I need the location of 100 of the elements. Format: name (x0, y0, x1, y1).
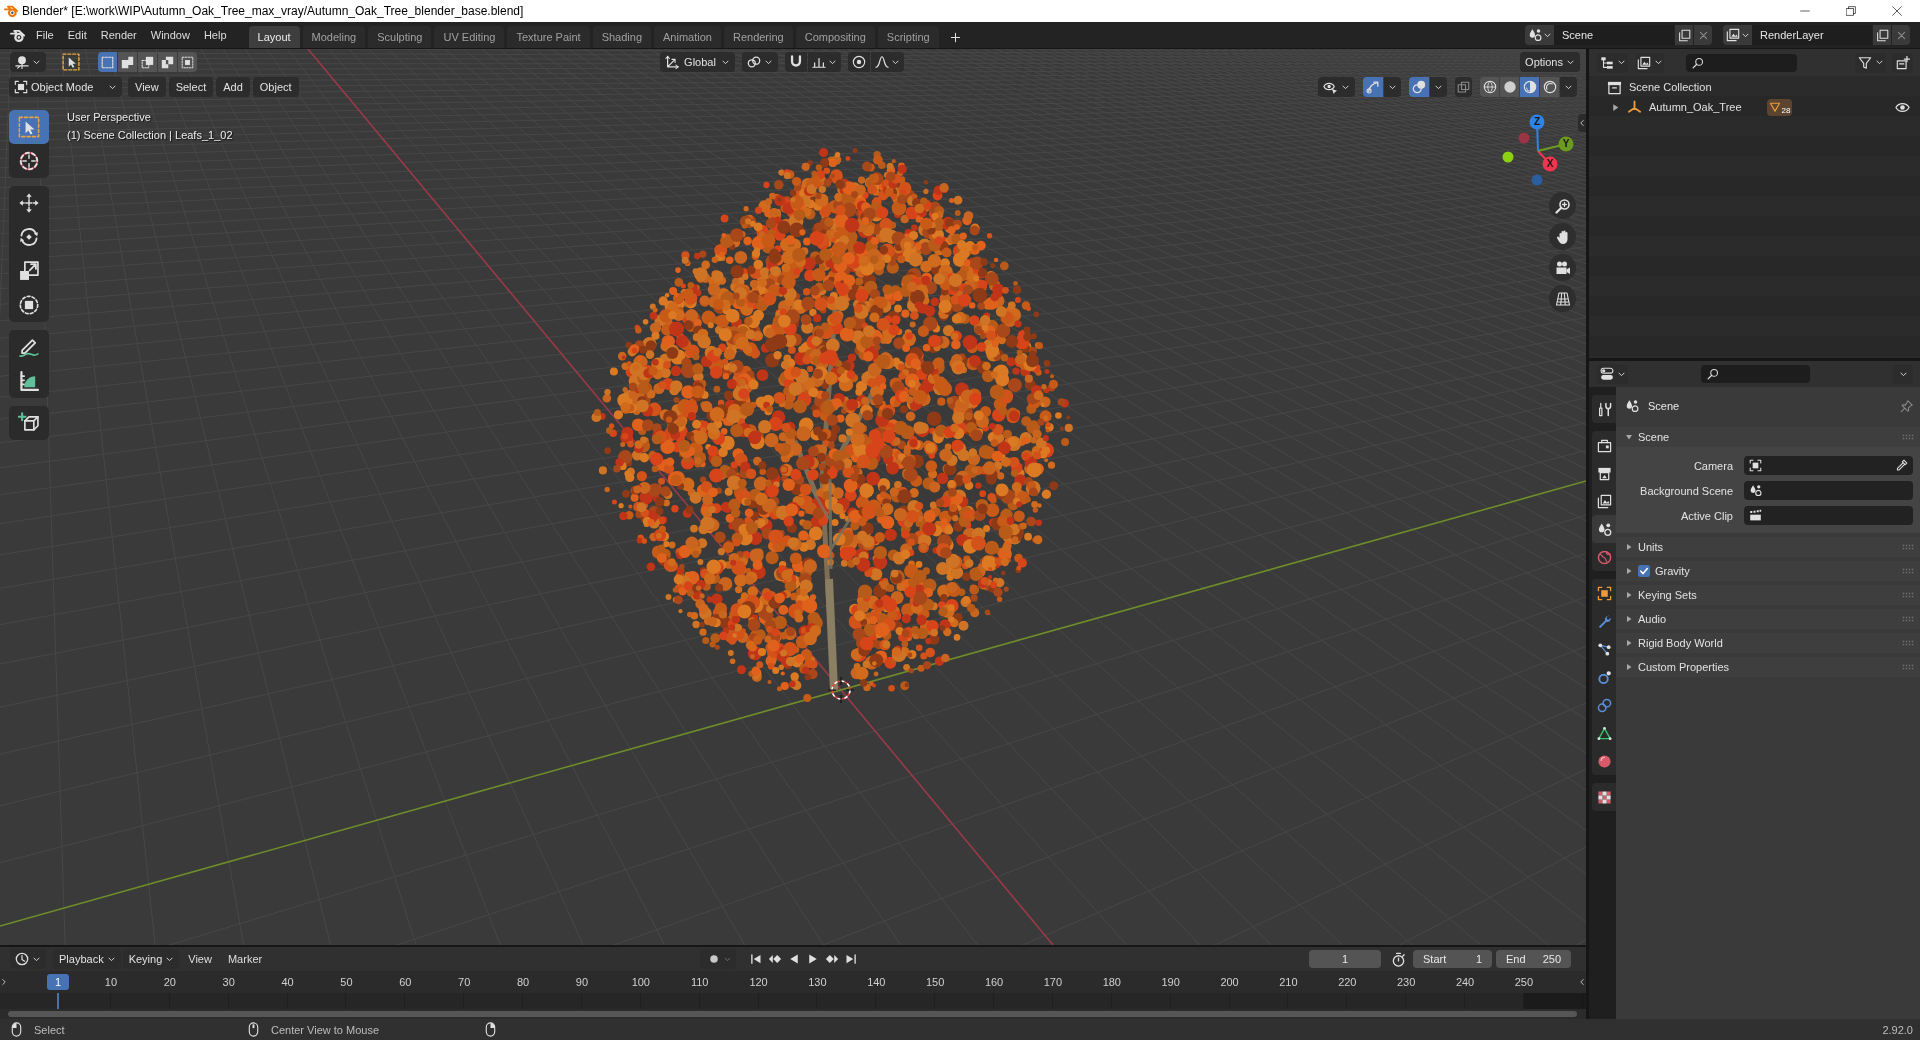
panel-header[interactable]: Gravity (1616, 561, 1920, 581)
editor-type-button[interactable] (10, 949, 46, 969)
workspace-tab[interactable]: Compositing (795, 26, 875, 48)
menu-item[interactable]: View (181, 949, 219, 969)
menu-item[interactable]: View (128, 77, 166, 97)
current-frame-field[interactable]: 1 (1309, 950, 1381, 968)
workspace-tab[interactable]: Scripting (877, 26, 939, 48)
tool-button[interactable] (9, 110, 49, 144)
shading-mode-button[interactable] (1520, 77, 1539, 97)
menu-item[interactable]: Select (168, 77, 214, 97)
camera-view-button[interactable] (1549, 254, 1576, 281)
editor-type-button[interactable] (1597, 52, 1628, 73)
select-mode-button[interactable] (178, 52, 197, 72)
object-field[interactable] (1744, 456, 1913, 475)
workspace-tab[interactable]: Layout (248, 26, 300, 48)
shading-mode-button[interactable] (1480, 77, 1499, 97)
new-view-layer-button[interactable] (1873, 25, 1891, 45)
start-frame-field[interactable]: Start 1 (1413, 950, 1492, 968)
select-mode-button[interactable] (98, 52, 117, 72)
snap-toggle[interactable] (785, 52, 807, 72)
xray-toggle[interactable] (1455, 77, 1472, 97)
workspace-tab[interactable]: UV Editing (434, 26, 505, 48)
panel-header[interactable]: Units (1616, 537, 1920, 557)
stopwatch-icon[interactable] (1391, 951, 1406, 967)
panel-header[interactable]: Audio (1616, 609, 1920, 629)
pivot-dropdown[interactable] (742, 52, 778, 72)
search-field[interactable] (1700, 365, 1810, 383)
menu-item[interactable]: Edit (60, 24, 94, 46)
workspace-tab[interactable]: Texture Paint (507, 26, 590, 48)
panel-header[interactable]: Keying Sets (1616, 585, 1920, 605)
axis-handle[interactable]: Y (1537, 136, 1574, 152)
menu-item[interactable]: File (29, 24, 61, 46)
disclosure-triangle-icon[interactable] (1611, 102, 1620, 112)
editor-type-button[interactable] (1597, 364, 1628, 384)
shading-mode-button[interactable] (1500, 77, 1519, 97)
display-mode-dropdown[interactable] (1636, 52, 1664, 73)
axis-handle[interactable]: Z (1529, 114, 1545, 152)
eyedropper-icon[interactable] (1895, 459, 1908, 472)
panel-header[interactable]: Scene (1616, 427, 1920, 447)
clip-field[interactable] (1744, 506, 1913, 525)
menu-item[interactable]: Window (143, 24, 197, 46)
select-mode-button[interactable] (118, 52, 137, 72)
menu-dropdown[interactable]: Playback (53, 949, 121, 969)
data-badge[interactable]: 28 (1766, 98, 1793, 116)
scene-field[interactable] (1744, 481, 1913, 500)
workspace-tab[interactable]: Modeling (302, 26, 366, 48)
zoom-view-button[interactable] (1549, 192, 1576, 219)
auto-keying-button[interactable] (700, 949, 736, 969)
pan-view-button[interactable] (1549, 223, 1576, 250)
options-dropdown[interactable]: Options (1520, 52, 1580, 72)
menu-item[interactable]: Marker (220, 949, 270, 969)
menu-item[interactable]: Help (196, 24, 234, 46)
timeline-scrollbar[interactable] (8, 1011, 1577, 1017)
axis-handle[interactable] (1518, 132, 1530, 144)
falloff-dropdown[interactable] (871, 52, 904, 72)
axis-handle[interactable] (1531, 174, 1543, 186)
outliner-item[interactable]: Scene Collection (1629, 81, 1712, 93)
mode-dropdown[interactable]: Object Mode (9, 77, 122, 97)
select-mode-button[interactable] (158, 52, 177, 72)
workspace-tab[interactable]: Shading (592, 26, 652, 48)
panel-header[interactable]: Rigid Body World (1616, 633, 1920, 653)
overlay-toggle[interactable] (1409, 77, 1429, 97)
workspace-tab[interactable]: Animation (654, 26, 721, 48)
outliner-item[interactable]: Autumn_Oak_Tree (1649, 101, 1742, 113)
view-layer-browse-button[interactable] (1723, 25, 1752, 45)
3d-viewport[interactable]: Global Options Object Mode View Select Add Object User Perspective (1) Scene Collection | Leafs_1_02 X Y Z (0, 49, 1586, 945)
checkbox[interactable] (1638, 565, 1650, 577)
perspective-toggle-button[interactable] (1549, 285, 1576, 312)
shading-mode-button[interactable] (1540, 77, 1559, 97)
pin-icon[interactable] (1900, 399, 1914, 413)
menu-item[interactable]: Object (252, 77, 299, 97)
view-layer-name-field[interactable]: RenderLayer (1752, 25, 1872, 45)
scene-name-field[interactable]: Scene (1554, 25, 1674, 45)
delete-view-layer-button[interactable] (1892, 25, 1910, 45)
orientation-dropdown[interactable]: Global (660, 52, 735, 72)
filter-dropdown[interactable] (1855, 52, 1886, 73)
scene-browse-button[interactable] (1525, 25, 1554, 45)
select-mode-button[interactable] (138, 52, 157, 72)
menu-item[interactable]: Add (216, 77, 250, 97)
workspace-tab[interactable]: Sculpting (368, 26, 432, 48)
delete-scene-button[interactable] (1694, 25, 1712, 45)
playhead-frame[interactable]: 1 (47, 974, 69, 990)
proportional-toggle[interactable] (848, 52, 870, 72)
new-scene-button[interactable] (1675, 25, 1693, 45)
axis-handle[interactable] (1502, 151, 1514, 163)
end-frame-field[interactable]: End 250 (1496, 950, 1571, 968)
menu-dropdown[interactable]: Keying (122, 949, 180, 969)
timeline-track[interactable] (0, 993, 1586, 1009)
visibility-dropdown[interactable] (1318, 77, 1355, 97)
properties-tab[interactable] (1592, 515, 1616, 543)
editor-type-button[interactable] (10, 52, 46, 72)
workspace-tab[interactable]: Rendering (723, 26, 793, 48)
panel-header[interactable]: Custom Properties (1616, 657, 1920, 677)
search-field[interactable] (1686, 53, 1797, 72)
new-collection-button[interactable] (1892, 52, 1913, 73)
tool-button[interactable] (9, 406, 49, 440)
menu-item[interactable]: Render (93, 24, 144, 46)
sidebar-toggle[interactable] (1578, 114, 1586, 132)
snap-dropdown[interactable] (808, 52, 841, 72)
gizmo-toggle[interactable] (1363, 77, 1383, 97)
